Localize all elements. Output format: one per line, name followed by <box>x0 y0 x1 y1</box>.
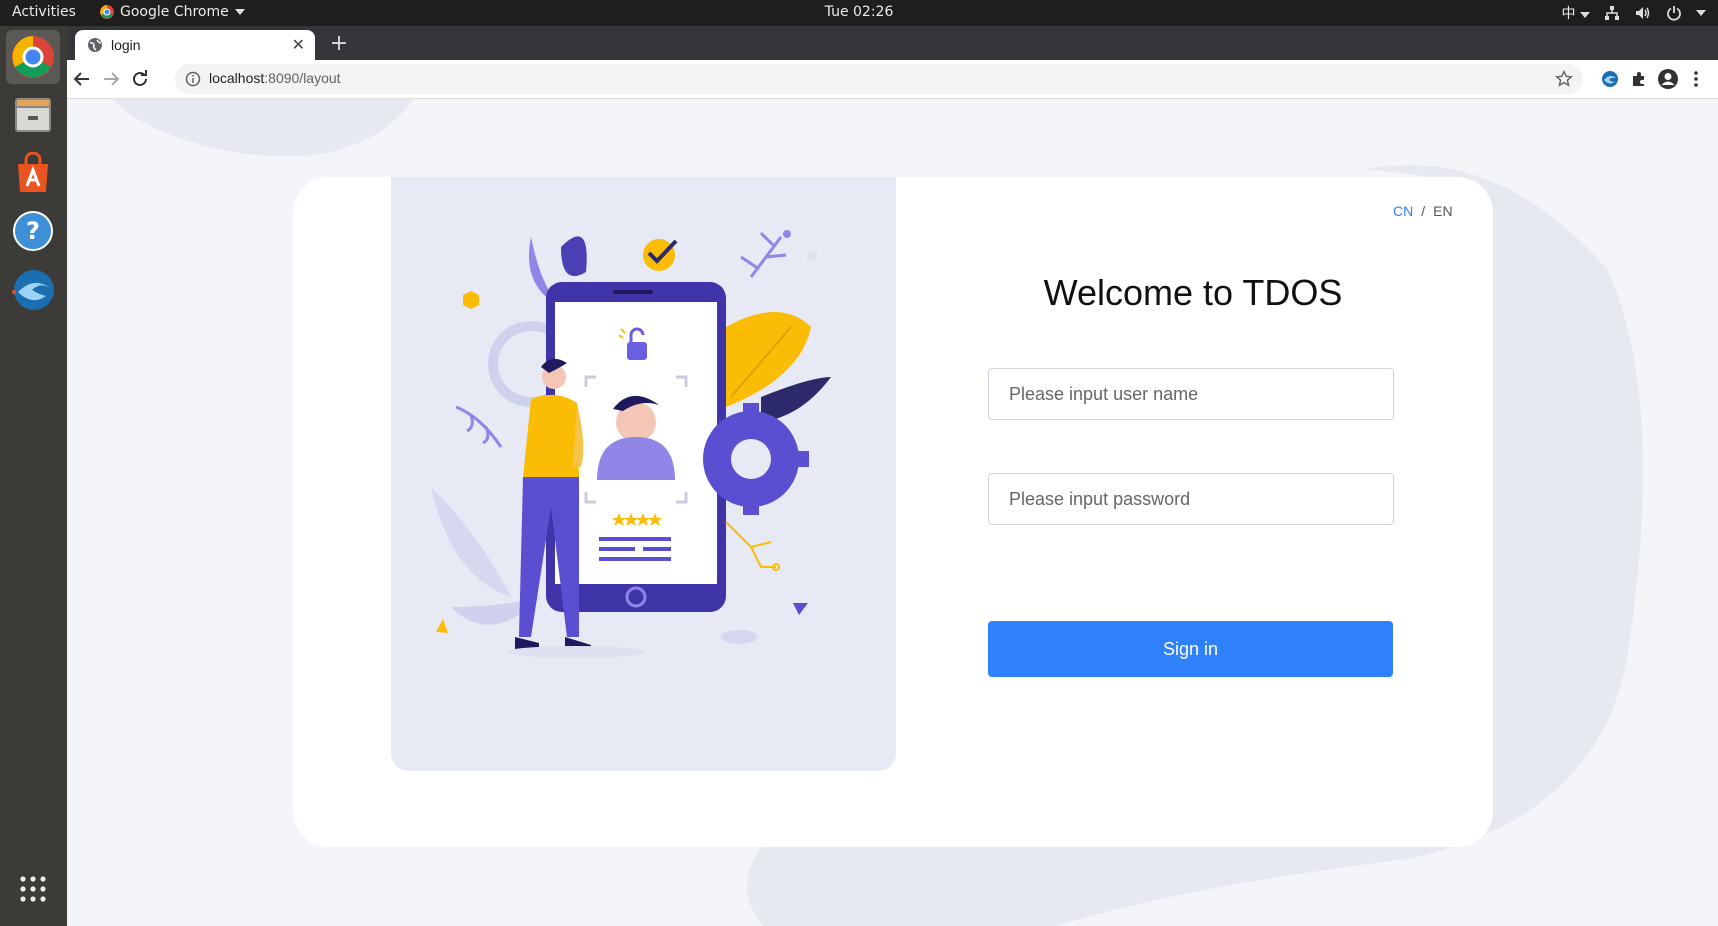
password-input[interactable] <box>988 473 1394 525</box>
chevron-down-icon[interactable] <box>1696 10 1706 16</box>
url-host: localhost <box>209 70 265 86</box>
bookmark-star-icon[interactable] <box>1555 70 1573 88</box>
arrow-left-icon <box>73 72 89 86</box>
globe-icon <box>88 38 102 52</box>
phone-security-illustration <box>431 230 831 658</box>
dock-app-bird[interactable] <box>6 262 60 316</box>
software-center-icon <box>18 152 48 192</box>
username-input[interactable] <box>988 368 1394 420</box>
app-logo-icon <box>12 270 54 310</box>
url-text[interactable]: localhost:8090/layout <box>209 70 341 86</box>
page-title: Welcome to TDOS <box>1043 272 1343 313</box>
illustration-panel <box>391 177 896 771</box>
power-icon[interactable] <box>1666 5 1682 21</box>
tab-strip: login ✕ + <box>67 26 1718 60</box>
chevron-down-icon <box>234 9 245 15</box>
file-cabinet-icon <box>15 98 51 132</box>
dock-software[interactable] <box>6 146 60 200</box>
dock: ? <box>0 26 67 926</box>
lang-en-link[interactable]: EN <box>1433 203 1452 219</box>
dock-chrome[interactable] <box>6 30 60 84</box>
volume-icon[interactable] <box>1634 5 1652 21</box>
chrome-icon <box>100 5 114 19</box>
browser-tab[interactable]: login ✕ <box>75 30 315 60</box>
browser-toolbar: localhost:8090/layout <box>67 60 1718 99</box>
close-icon[interactable]: ✕ <box>292 35 305 54</box>
grid-icon <box>20 876 46 902</box>
reload-button[interactable] <box>128 67 152 91</box>
lang-separator: / <box>1421 203 1426 219</box>
lang-cn-link[interactable]: CN <box>1393 203 1413 219</box>
forward-button[interactable] <box>99 67 123 91</box>
system-tray[interactable]: 中 <box>1562 3 1706 23</box>
network-icon[interactable] <box>1604 5 1620 21</box>
arrow-right-icon <box>104 72 120 86</box>
avatar-icon <box>1658 69 1678 89</box>
reload-icon <box>133 70 147 86</box>
extension-logo-icon <box>1602 71 1618 87</box>
address-bar[interactable]: localhost:8090/layout <box>175 64 1583 94</box>
dock-files[interactable] <box>6 88 60 142</box>
tab-title: login <box>111 37 141 53</box>
clock[interactable]: Tue 02:26 <box>0 4 1718 20</box>
app-name: Google Chrome <box>120 4 229 20</box>
language-switcher: CN / EN <box>1393 203 1453 219</box>
kebab-menu-icon <box>1694 71 1698 87</box>
help-icon: ? <box>13 211 53 251</box>
dock-help[interactable]: ? <box>6 204 60 258</box>
sign-in-button[interactable]: Sign in <box>988 621 1393 677</box>
login-card: CN / EN Welcome to TDOS Sign in <box>293 177 1493 847</box>
svg-text:?: ? <box>26 217 40 245</box>
back-button[interactable] <box>70 67 94 91</box>
chevron-down-icon <box>1580 12 1590 18</box>
input-method-indicator[interactable]: 中 <box>1562 3 1590 23</box>
menu-button[interactable] <box>1684 67 1708 91</box>
puzzle-icon <box>1633 72 1644 86</box>
extensions-menu-button[interactable] <box>1627 67 1651 91</box>
system-top-bar: Activities Google Chrome Tue 02:26 中 <box>0 0 1718 26</box>
app-menu[interactable]: Google Chrome <box>100 4 245 20</box>
profile-button[interactable] <box>1656 67 1680 91</box>
page-viewport: CN / EN Welcome to TDOS Sign in <box>67 99 1718 926</box>
chrome-icon <box>12 36 54 78</box>
extension-button[interactable] <box>1598 67 1622 91</box>
info-icon[interactable] <box>185 71 201 87</box>
input-method-label: 中 <box>1561 6 1576 22</box>
show-applications-button[interactable] <box>6 862 60 916</box>
new-tab-button[interactable]: + <box>325 30 353 58</box>
url-path: :8090/layout <box>264 70 341 86</box>
activities-button[interactable]: Activities <box>12 4 76 20</box>
